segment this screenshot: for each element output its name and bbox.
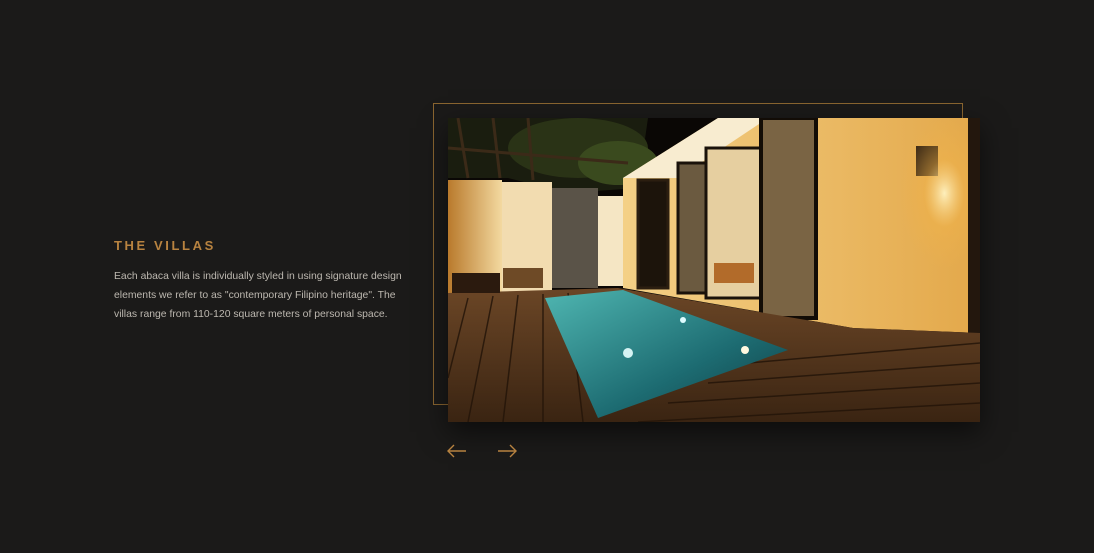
section-title: THE VILLAS <box>114 238 216 253</box>
carousel-controls <box>446 443 518 459</box>
villa-photo <box>448 118 980 422</box>
villas-text-block: THE VILLAS Each abaca villa is individua… <box>114 238 404 324</box>
arrow-left-icon[interactable] <box>446 443 468 459</box>
arrow-right-icon[interactable] <box>496 443 518 459</box>
section-description: Each abaca villa is individually styled … <box>114 271 402 320</box>
